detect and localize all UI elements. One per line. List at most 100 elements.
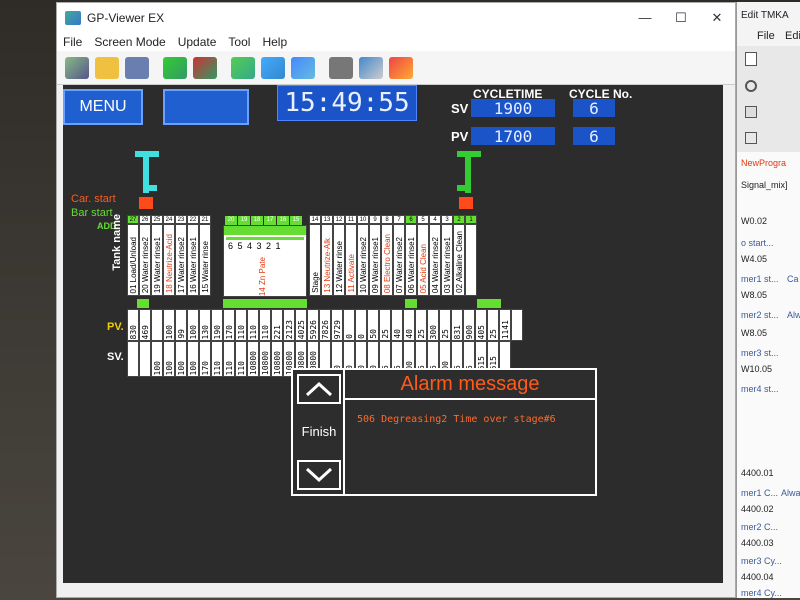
- tank-column[interactable]: 12 Water rinse: [333, 224, 345, 296]
- menu-screen-mode[interactable]: Screen Mode: [94, 35, 165, 49]
- refresh-icon[interactable]: [231, 56, 255, 79]
- position-bar: [137, 299, 149, 308]
- tank-number: 9: [369, 215, 381, 224]
- list-icon[interactable]: [745, 132, 757, 144]
- sv-cell: 110: [235, 341, 247, 377]
- pv-value: 40: [393, 329, 402, 339]
- pv-value: 100: [165, 324, 174, 339]
- menu-help[interactable]: Help: [262, 35, 287, 49]
- tank-column[interactable]: 18 Neutrize-Acid: [163, 224, 175, 296]
- tank-column[interactable]: 09 Water rinse1: [369, 224, 381, 296]
- connect-icon[interactable]: [65, 56, 89, 79]
- car-left-icon: [135, 151, 159, 195]
- scroll-up-button[interactable]: [297, 374, 341, 404]
- ladder-item: 4400.04: [741, 572, 774, 582]
- open-folder-icon[interactable]: [95, 56, 119, 79]
- view-icon[interactable]: [745, 106, 757, 118]
- edit-menu-edit[interactable]: Edit: [785, 30, 800, 42]
- tank-number: 2: [453, 215, 465, 224]
- tank-number: 21: [199, 215, 211, 224]
- tank-column[interactable]: 05 Acid Clean: [417, 224, 429, 296]
- ladder-item: mer2 st...: [741, 310, 779, 320]
- close-button[interactable]: ✕: [699, 10, 735, 26]
- pv-label: PV: [451, 129, 469, 144]
- pv-value: 170: [225, 324, 234, 339]
- zn-tank-number: 16: [277, 216, 289, 225]
- tank-column[interactable]: 13 Neutrize-Alk: [321, 224, 333, 296]
- zn-stage-digits: 6 5 4 3 2 1: [228, 241, 282, 251]
- io-icon[interactable]: [389, 56, 413, 79]
- sv-value: 100: [189, 360, 198, 375]
- pv-value: 130: [201, 324, 210, 339]
- tank-column[interactable]: 10 Water rinse2: [357, 224, 369, 296]
- new-file-icon[interactable]: [745, 52, 757, 66]
- tank-column[interactable]: 07 Water rinse2: [393, 224, 405, 296]
- gp-viewer-window: GP-Viewer EX — ☐ ✕ File Screen Mode Upda…: [56, 2, 736, 598]
- tank-column[interactable]: 08 Electro Clean: [381, 224, 393, 296]
- green-screen-icon[interactable]: [163, 56, 187, 79]
- tank-column[interactable]: 20 Water rinse2: [139, 224, 151, 296]
- tank-name: 08 Electro Clean: [383, 233, 392, 293]
- pv-value: 0: [345, 334, 354, 339]
- save-icon[interactable]: [125, 56, 149, 79]
- tank-column[interactable]: Stage: [309, 224, 321, 296]
- pv-cell: 100: [187, 309, 199, 341]
- pv-cell: 831: [451, 309, 463, 341]
- minimize-button[interactable]: —: [627, 10, 663, 26]
- tank-column[interactable]: 16 Water rinse1: [187, 224, 199, 296]
- window-title: GP-Viewer EX: [87, 11, 165, 25]
- menu-update[interactable]: Update: [178, 35, 217, 49]
- tank-number: 10: [357, 215, 369, 224]
- menu-button[interactable]: MENU: [63, 89, 143, 125]
- ladder-item: mer3 st...: [741, 348, 779, 358]
- pv-value: 110: [261, 324, 270, 339]
- tank-number: 7: [393, 215, 405, 224]
- menu-file[interactable]: File: [63, 35, 82, 49]
- blank-button[interactable]: [163, 89, 249, 125]
- camera-icon[interactable]: [329, 56, 353, 79]
- pv-cell: 25: [439, 309, 451, 341]
- tank-column[interactable]: 19 Water rinse1: [151, 224, 163, 296]
- menu-tool[interactable]: Tool: [228, 35, 250, 49]
- pv-value: 2123: [285, 319, 294, 339]
- app-icon: [65, 11, 81, 25]
- red-screen-icon[interactable]: [193, 56, 217, 79]
- sv-cell: [139, 341, 151, 377]
- pv-cell: 190: [211, 309, 223, 341]
- scroll-down-button[interactable]: [297, 460, 341, 490]
- pv-cell: 110: [235, 309, 247, 341]
- ladder-item: mer1 C...: [741, 488, 779, 498]
- zoom-icon[interactable]: [745, 80, 757, 92]
- pv-cell: 25: [379, 309, 391, 341]
- tank-number: 8: [381, 215, 393, 224]
- finish-button[interactable]: Finish: [293, 424, 345, 439]
- pv-value: 5926: [309, 319, 318, 339]
- pv-value: 0: [357, 334, 366, 339]
- network-icon[interactable]: [359, 56, 383, 79]
- transfer-icon[interactable]: [261, 56, 285, 79]
- zn-tank-number: 19: [238, 216, 250, 225]
- sv-value: 110: [213, 360, 222, 375]
- tank-column[interactable]: 02 Alkaline Clean: [453, 224, 465, 296]
- sv-value: 100: [177, 360, 186, 375]
- sv-value: 100: [153, 360, 162, 375]
- tank-column[interactable]: 17 Water rinse2: [175, 224, 187, 296]
- pv-cell: 40: [391, 309, 403, 341]
- tank-column[interactable]: 15 Water rinse: [199, 224, 211, 296]
- pv-value: 831: [453, 324, 462, 339]
- pv-value: 40: [405, 329, 414, 339]
- edit-menu-file[interactable]: File: [757, 30, 775, 42]
- device-icon[interactable]: [291, 56, 315, 79]
- edit-toolbar: [737, 46, 800, 156]
- tank-column[interactable]: [465, 224, 477, 296]
- tank-column[interactable]: 11 Activate: [345, 224, 357, 296]
- hmi-screen: MENU 15:49:55 CYCLETIME CYCLE No. SV PV …: [63, 85, 723, 583]
- pv-value: 300: [429, 324, 438, 339]
- maximize-button[interactable]: ☐: [663, 10, 699, 26]
- tank-column[interactable]: 04 Water rinse2: [429, 224, 441, 296]
- pv-value: 190: [213, 324, 222, 339]
- tank-column[interactable]: 01 Load/Unload: [127, 224, 139, 296]
- tank-column[interactable]: 06 Water rinse1: [405, 224, 417, 296]
- pv-value: 50: [369, 329, 378, 339]
- tank-column[interactable]: 03 Water rinse1: [441, 224, 453, 296]
